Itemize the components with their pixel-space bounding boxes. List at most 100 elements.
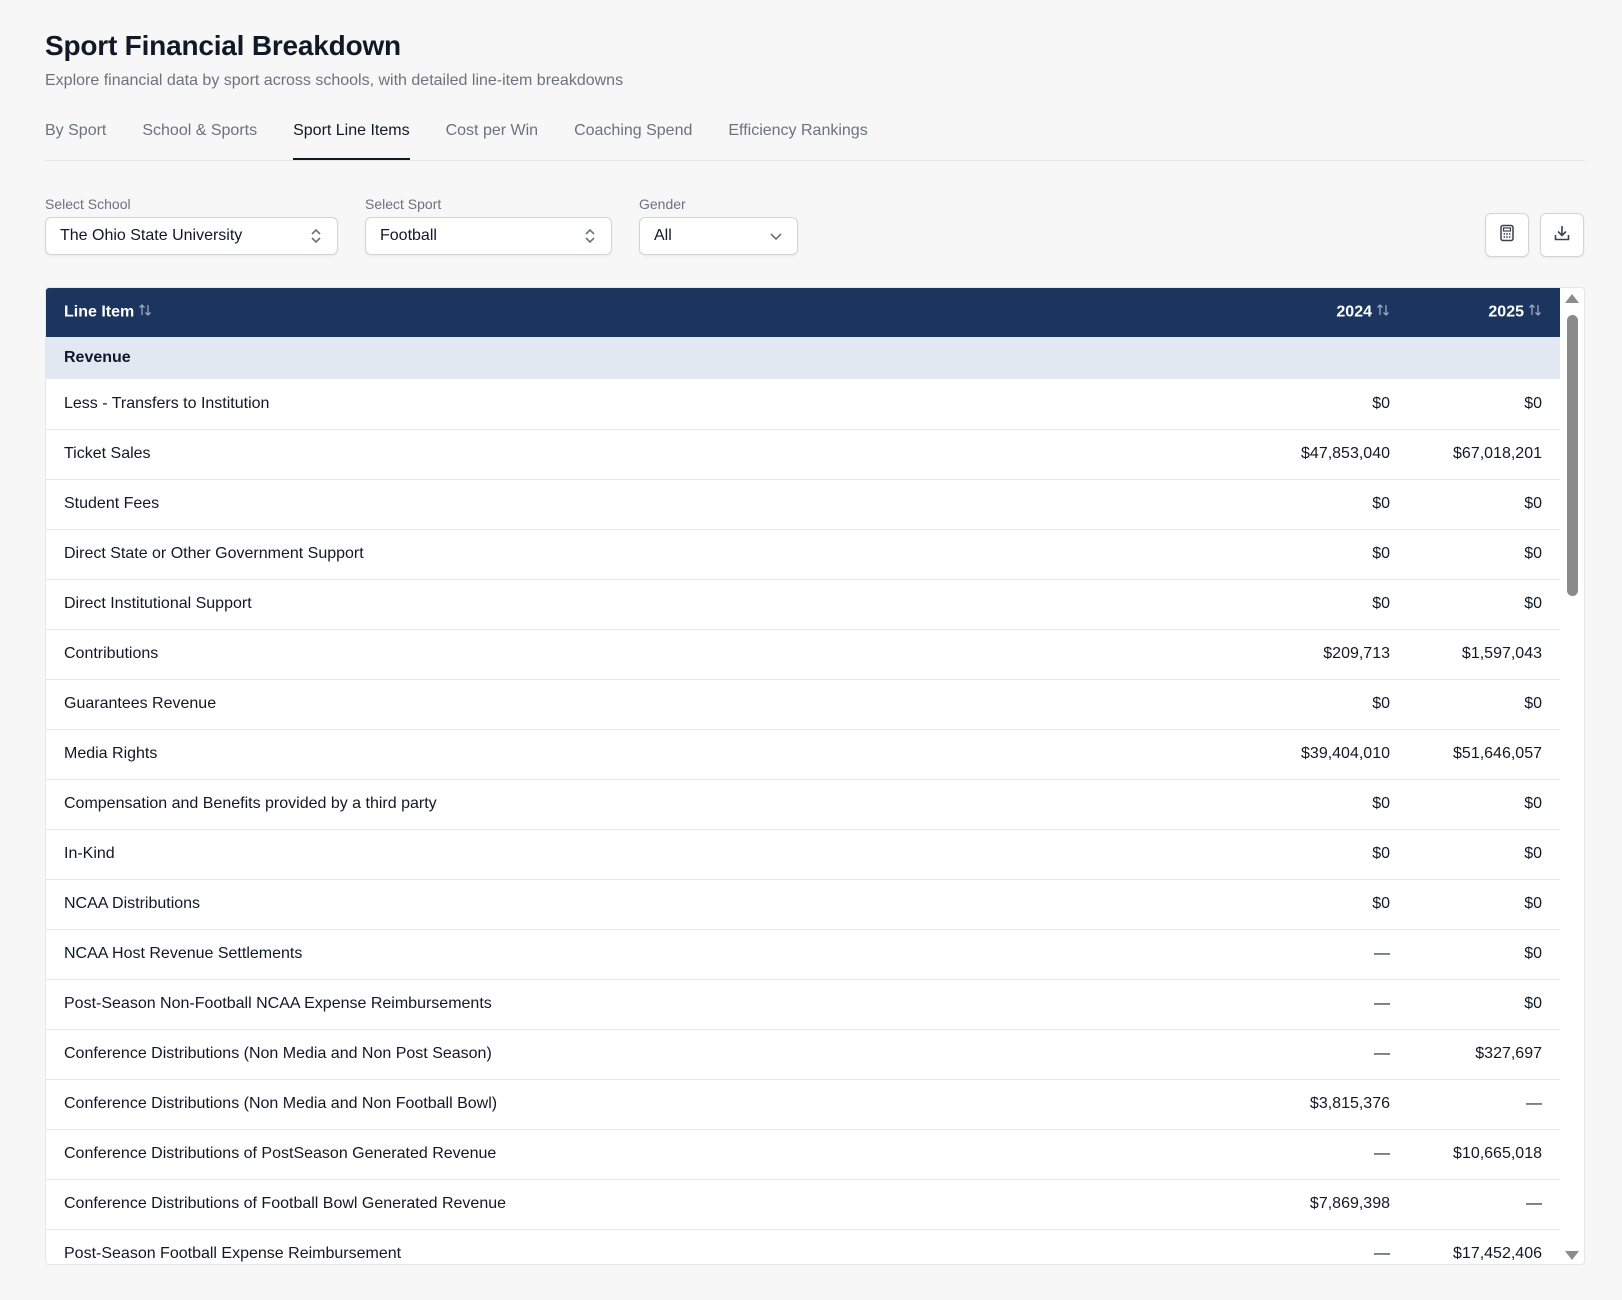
chevron-up-down-icon (309, 227, 323, 245)
value-2025-cell: $51,646,057 (1453, 745, 1542, 762)
scroll-down-arrow-icon[interactable] (1565, 1251, 1579, 1260)
table-row[interactable]: Guarantees Revenue $0 $0 (46, 679, 1560, 729)
table-row[interactable]: Media Rights $39,404,010 $51,646,057 (46, 729, 1560, 779)
tab-cost-per-win[interactable]: Cost per Win (446, 115, 538, 159)
line-item-cell: Ticket Sales (64, 445, 151, 462)
tab-bar: By Sport School & Sports Sport Line Item… (45, 115, 1585, 161)
value-2024-cell: $7,869,398 (1309, 1195, 1390, 1212)
line-item-cell: Conference Distributions (Non Media and … (64, 1045, 492, 1062)
gender-select-value: All (654, 227, 672, 244)
value-2025-cell: $0 (1524, 595, 1542, 612)
value-2025-cell: $327,697 (1475, 1045, 1542, 1062)
gender-select[interactable]: All (639, 217, 798, 255)
table-row[interactable]: Post-Season Non-Football NCAA Expense Re… (46, 979, 1560, 1029)
table-header-row: Line Item 2024 2025 (46, 288, 1560, 337)
scrollbar-thumb[interactable] (1567, 315, 1578, 596)
value-2025-cell: $1,597,043 (1461, 645, 1542, 662)
line-items-table: Line Item 2024 2025 Revenue Less - Trans… (45, 287, 1585, 1265)
header-year-2024[interactable]: 2024 (1255, 288, 1408, 337)
tab-coaching-spend[interactable]: Coaching Spend (574, 115, 692, 159)
value-2025-cell: $0 (1524, 495, 1542, 512)
tab-efficiency-rankings[interactable]: Efficiency Rankings (728, 115, 867, 159)
line-item-cell: In-Kind (64, 845, 115, 862)
table-scroll-area[interactable]: Line Item 2024 2025 Revenue Less - Trans… (46, 288, 1560, 1264)
value-2024-cell: $209,713 (1323, 645, 1390, 662)
chevron-up-down-icon (583, 227, 597, 245)
section-label: Revenue (64, 349, 131, 366)
value-2024-cell: $0 (1372, 795, 1390, 812)
line-item-cell: Contributions (64, 645, 159, 662)
value-2025-cell: $0 (1524, 845, 1542, 862)
value-2024-cell: $0 (1372, 845, 1390, 862)
table-row[interactable]: Conference Distributions (Non Media and … (46, 1029, 1560, 1079)
chevron-down-icon (769, 227, 783, 245)
table-row[interactable]: Direct Institutional Support $0 $0 (46, 579, 1560, 629)
value-2024-cell: $39,404,010 (1301, 745, 1390, 762)
sport-select[interactable]: Football (365, 217, 612, 255)
value-2024-cell: $0 (1372, 595, 1390, 612)
sort-icon (1528, 303, 1542, 322)
table-row[interactable]: Conference Distributions of PostSeason G… (46, 1129, 1560, 1179)
table-row[interactable]: Contributions $209,713 $1,597,043 (46, 629, 1560, 679)
header-line-item[interactable]: Line Item (46, 288, 1255, 337)
line-item-cell: NCAA Host Revenue Settlements (64, 945, 303, 962)
section-row-revenue: Revenue (46, 337, 1560, 379)
line-item-cell: Compensation and Benefits provided by a … (64, 795, 437, 812)
table-row[interactable]: Conference Distributions (Non Media and … (46, 1079, 1560, 1129)
value-2025-cell: $0 (1524, 795, 1542, 812)
value-2025-cell: $0 (1524, 545, 1542, 562)
scroll-up-arrow-icon[interactable] (1565, 294, 1579, 303)
sport-field: Select Sport Football (365, 195, 612, 255)
gender-field: Gender All (639, 195, 798, 255)
value-2025-cell: $17,452,406 (1453, 1245, 1542, 1262)
table-row[interactable]: Compensation and Benefits provided by a … (46, 779, 1560, 829)
table-row[interactable]: Post-Season Football Expense Reimburseme… (46, 1229, 1560, 1264)
page-subtitle: Explore financial data by sport across s… (45, 72, 624, 89)
line-item-cell: NCAA Distributions (64, 895, 201, 912)
calculator-icon (1499, 224, 1515, 247)
value-2024-cell: $0 (1372, 545, 1390, 562)
table-row[interactable]: NCAA Distributions $0 $0 (46, 879, 1560, 929)
value-2024-cell: — (1374, 995, 1390, 1012)
school-label: Select School (45, 196, 131, 212)
table-row[interactable]: In-Kind $0 $0 (46, 829, 1560, 879)
download-button[interactable] (1540, 213, 1584, 257)
table-row[interactable]: Conference Distributions of Football Bow… (46, 1179, 1560, 1229)
tab-sport-line-items[interactable]: Sport Line Items (293, 115, 410, 160)
calculator-button[interactable] (1485, 213, 1529, 257)
line-item-cell: Conference Distributions of Football Bow… (64, 1195, 507, 1212)
line-item-cell: Conference Distributions of PostSeason G… (64, 1145, 497, 1162)
header-year-2025[interactable]: 2025 (1408, 288, 1560, 337)
line-item-cell: Direct Institutional Support (64, 595, 252, 612)
download-icon (1553, 224, 1571, 247)
line-item-cell: Student Fees (64, 495, 160, 512)
line-item-cell: Conference Distributions (Non Media and … (64, 1095, 498, 1112)
value-2024-cell: — (1374, 1245, 1390, 1262)
value-2025-cell: $0 (1524, 895, 1542, 912)
value-2024-cell: $0 (1372, 495, 1390, 512)
vertical-scrollbar[interactable] (1560, 288, 1584, 1264)
line-item-cell: Post-Season Non-Football NCAA Expense Re… (64, 995, 492, 1012)
value-2024-cell: $0 (1372, 394, 1390, 412)
sort-icon (138, 303, 152, 322)
value-2024-cell: $0 (1372, 895, 1390, 912)
tab-by-sport[interactable]: By Sport (45, 115, 106, 159)
school-select[interactable]: The Ohio State University (45, 217, 338, 255)
page-title: Sport Financial Breakdown (45, 30, 401, 61)
value-2024-cell: — (1374, 1045, 1390, 1062)
table-row[interactable]: Direct State or Other Government Support… (46, 529, 1560, 579)
table-row[interactable]: Ticket Sales $47,853,040 $67,018,201 (46, 429, 1560, 479)
value-2024-cell: $47,853,040 (1301, 445, 1390, 462)
school-field: Select School The Ohio State University (45, 195, 338, 255)
table-row[interactable]: Student Fees $0 $0 (46, 479, 1560, 529)
table-row[interactable]: NCAA Host Revenue Settlements — $0 (46, 929, 1560, 979)
sort-icon (1376, 303, 1390, 322)
value-2025-cell: $10,665,018 (1453, 1145, 1542, 1162)
value-2024-cell: — (1374, 945, 1390, 962)
table-row[interactable]: Less - Transfers to Institution $0 $0 (46, 379, 1560, 429)
value-2025-cell: — (1526, 1195, 1542, 1212)
value-2025-cell: $0 (1524, 695, 1542, 712)
tab-school-and-sports[interactable]: School & Sports (142, 115, 257, 159)
line-item-cell: Direct State or Other Government Support (64, 545, 364, 562)
gender-label: Gender (639, 196, 686, 212)
